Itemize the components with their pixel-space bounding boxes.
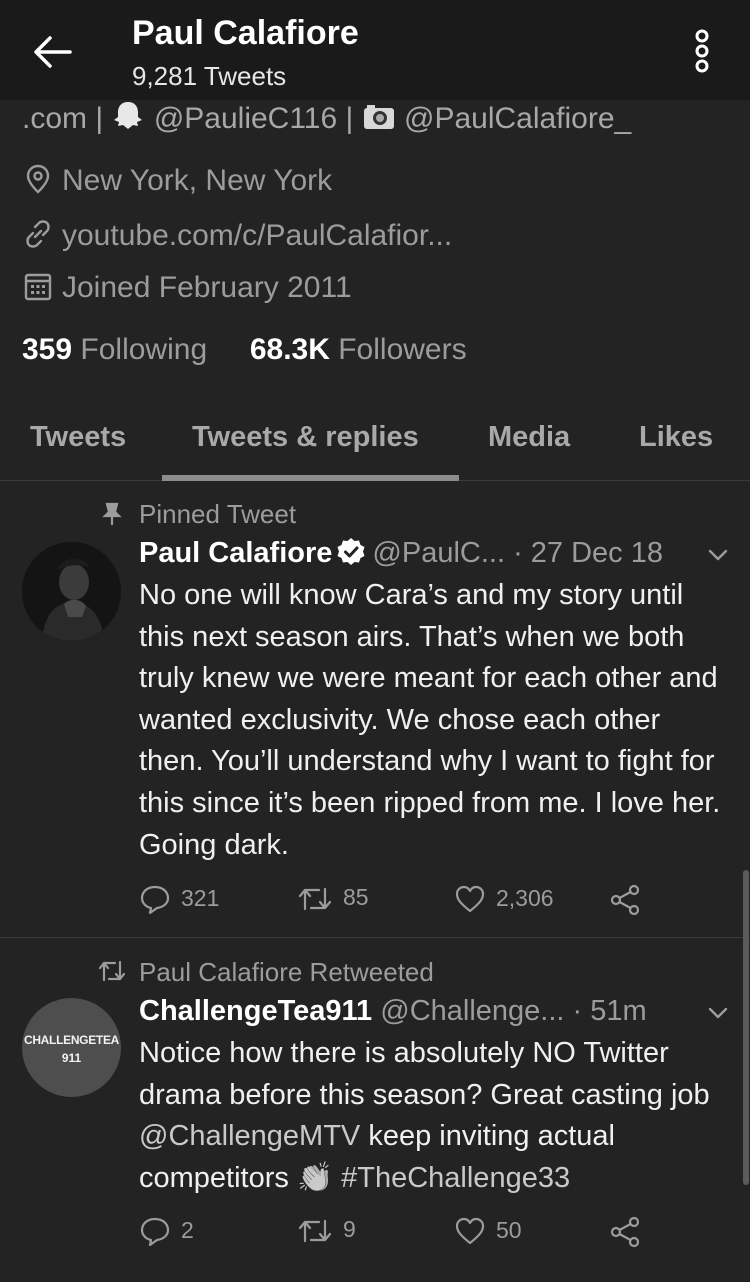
website-row: youtube.com/c/PaulCalafior... [22, 218, 452, 253]
share-button[interactable] [609, 1216, 653, 1248]
following-count: 359 [22, 333, 73, 366]
reply-button[interactable]: 321 [139, 884, 220, 915]
reply-count: 2 [181, 1217, 194, 1243]
location-text: New York, New York [62, 164, 333, 197]
followers-count: 68.3K [249, 333, 330, 366]
back-arrow-icon[interactable] [30, 32, 74, 72]
tweet-context: Paul Calafiore Retweeted [139, 957, 434, 987]
tweet-context: Pinned Tweet [139, 499, 297, 529]
retweet-button[interactable]: 85 [297, 884, 369, 913]
avatar-text-line2: 911 [61, 1051, 82, 1065]
bio-text: .com | @PaulieC116 | @PaulCalafiore_ [22, 98, 631, 140]
joined-text: Joined February 2011 [62, 271, 352, 304]
chevron-down-icon[interactable] [707, 1002, 729, 1024]
hashtag-link[interactable]: #TheChallenge33 [341, 1162, 570, 1194]
retweet-icon [298, 1219, 332, 1243]
bio-prefix: .com | [22, 102, 112, 135]
location-row: New York, New York [22, 163, 332, 198]
followers-link[interactable]: 68.3K Followers [250, 333, 467, 366]
reply-icon [140, 885, 170, 915]
ghost-icon [111, 98, 145, 140]
tweet-text: Notice how there is absolutely NO Twitte… [139, 1033, 729, 1199]
bio-separator: | [337, 102, 362, 135]
tab-media[interactable]: Media [488, 421, 570, 454]
top-bar: Paul Calafiore 9,281 Tweets [0, 0, 750, 100]
share-button[interactable] [609, 884, 653, 916]
tab-tweets-and-replies[interactable]: Tweets & replies [192, 421, 419, 454]
author-handle[interactable]: @PaulC... [372, 537, 505, 569]
like-count: 2,306 [496, 885, 554, 911]
tweet-time: · 51m [572, 995, 647, 1027]
avatar[interactable] [22, 542, 121, 641]
verified-badge-icon [337, 538, 365, 565]
share-icon [610, 884, 640, 916]
like-count: 50 [496, 1217, 522, 1243]
tweet-retweeted[interactable]: Paul Calafiore Retweeted CHALLENGETEA 91… [0, 938, 750, 1282]
tweet-text-part1: Notice how there is absolutely NO Twitte… [139, 1037, 710, 1111]
author-name[interactable]: Paul Calafiore [139, 537, 332, 569]
joined-row: Joined February 2011 [22, 270, 352, 305]
retweet-count: 85 [343, 884, 369, 910]
clapping-emoji: 👏 [296, 1161, 334, 1194]
heart-icon [455, 885, 485, 913]
author-handle[interactable]: @Challenge... [380, 995, 564, 1027]
profile-name-title: Paul Calafiore [132, 14, 359, 52]
tweet-header: Paul Calafiore @PaulC... · 27 Dec 18 [139, 537, 663, 570]
follow-counts: 359 Following 68.3K Followers [22, 333, 467, 367]
link-icon [26, 220, 50, 248]
tweet-time: · 27 Dec 18 [513, 537, 663, 569]
active-tab-indicator [162, 475, 459, 481]
tweet-count: 9,281 Tweets [132, 61, 287, 91]
retweeted-icon [98, 960, 126, 982]
followers-label: Followers [338, 333, 467, 366]
reply-button[interactable]: 2 [139, 1216, 194, 1247]
like-button[interactable]: 50 [454, 1216, 522, 1246]
snapchat-handle[interactable]: @PaulieC116 [154, 102, 337, 135]
share-icon [610, 1216, 640, 1248]
camera-icon [362, 102, 396, 140]
like-button[interactable]: 2,306 [454, 884, 554, 914]
reply-icon [140, 1217, 170, 1247]
following-link[interactable]: 359 Following [22, 333, 207, 366]
profile-tabs: Tweets Tweets & replies Media Likes [0, 405, 750, 481]
website-link[interactable]: youtube.com/c/PaulCalafior... [62, 219, 452, 252]
heart-icon [455, 1217, 485, 1245]
avatar-text-line1: CHALLENGETEA [23, 1033, 120, 1047]
retweet-button[interactable]: 9 [297, 1216, 356, 1245]
more-options-icon[interactable] [690, 28, 714, 74]
retweet-icon [298, 887, 332, 911]
pin-icon [102, 502, 122, 525]
chevron-down-icon[interactable] [707, 544, 729, 566]
tweet-pinned[interactable]: Pinned Tweet Paul Calafiore @PaulC... · 2… [0, 482, 750, 937]
avatar[interactable]: CHALLENGETEA 911 [22, 998, 121, 1097]
tab-likes[interactable]: Likes [639, 421, 713, 454]
calendar-icon [24, 273, 52, 301]
author-name[interactable]: ChallengeTea911 [139, 995, 372, 1027]
reply-count: 321 [181, 885, 220, 911]
tweet-text: No one will know Cara’s and my story unt… [139, 579, 721, 861]
location-pin-icon [26, 164, 50, 194]
mention-link[interactable]: @ChallengeMTV [139, 1120, 360, 1152]
following-label: Following [80, 333, 208, 366]
tweet-header: ChallengeTea911 @Challenge... · 51m [139, 995, 647, 1028]
instagram-handle[interactable]: @PaulCalafiore_ [404, 102, 631, 135]
scrollbar[interactable] [743, 870, 749, 1185]
tab-tweets[interactable]: Tweets [30, 421, 126, 454]
retweet-count: 9 [343, 1216, 356, 1242]
